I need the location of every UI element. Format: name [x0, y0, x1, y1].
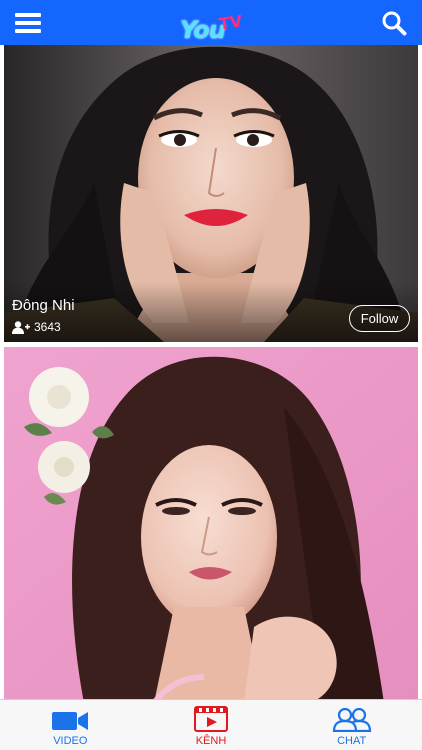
- channel-card[interactable]: Đông Nhi 3643 Follow: [4, 45, 418, 342]
- follow-button[interactable]: Follow: [349, 305, 410, 332]
- tab-video[interactable]: VIDEO: [0, 700, 141, 750]
- bottom-tab-bar: VIDEO KÊNH CHAT: [0, 699, 422, 750]
- channel-photo: [4, 347, 418, 699]
- tab-kenh-label: KÊNH: [195, 735, 227, 747]
- follower-info: 3643: [12, 320, 61, 334]
- app-logo[interactable]: You TV: [180, 0, 244, 45]
- add-user-icon: [12, 320, 30, 334]
- film-clapper-icon: [194, 706, 228, 732]
- follower-count: 3643: [34, 320, 61, 334]
- channel-feed[interactable]: Đông Nhi 3643 Follow: [0, 45, 422, 699]
- channel-name[interactable]: Đông Nhi: [12, 297, 75, 314]
- menu-button[interactable]: [0, 0, 56, 45]
- tab-chat[interactable]: CHAT: [281, 700, 422, 750]
- app: You TV Đông Nhi 3643 Follow VIDEO KÊNH C…: [0, 0, 422, 750]
- search-icon: [382, 11, 407, 35]
- video-camera-icon: [52, 712, 89, 730]
- search-button[interactable]: [366, 0, 422, 45]
- hamburger-menu-icon: [15, 12, 41, 33]
- chat-users-icon: [332, 708, 371, 732]
- tab-chat-label: CHAT: [337, 735, 367, 747]
- tab-video-label: VIDEO: [53, 735, 88, 747]
- tab-kenh[interactable]: KÊNH: [141, 700, 282, 750]
- logo-tv: TV: [217, 11, 244, 34]
- top-bar: You TV: [0, 0, 422, 45]
- channel-card[interactable]: [4, 347, 418, 699]
